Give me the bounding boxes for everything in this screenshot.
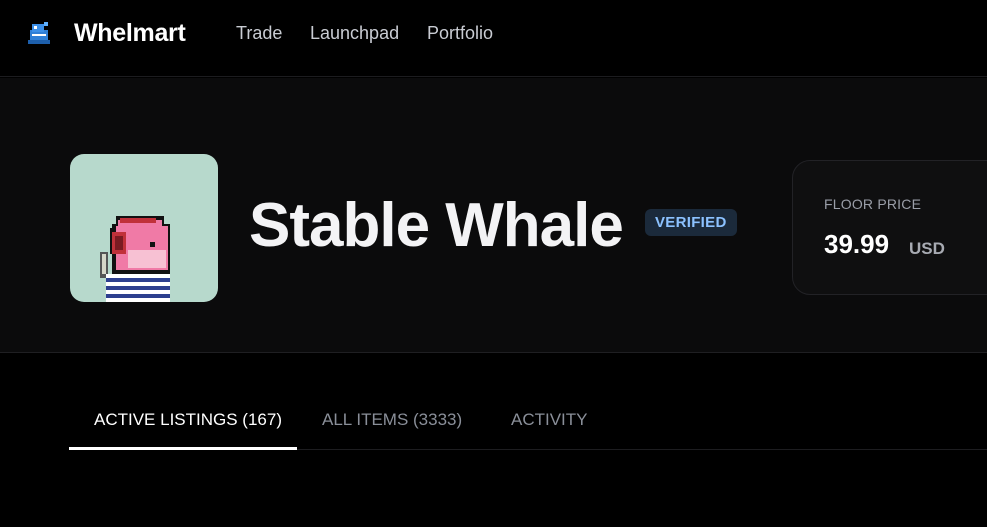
pixel-whale-image bbox=[100, 216, 170, 302]
active-tab-indicator bbox=[69, 447, 297, 450]
floor-price-card: FLOOR PRICE 39.99 USD bbox=[792, 160, 987, 295]
floor-price-unit: USD bbox=[909, 239, 945, 258]
floor-price-value: 39.99 bbox=[824, 229, 890, 259]
whale-logo-icon[interactable] bbox=[24, 18, 54, 48]
nav-link-trade[interactable]: Trade bbox=[236, 23, 282, 44]
floor-price-label: FLOOR PRICE bbox=[824, 196, 922, 212]
collection-title: Stable Whale bbox=[249, 191, 624, 260]
verified-badge: VERIFIED bbox=[645, 209, 737, 236]
nav-link-launchpad[interactable]: Launchpad bbox=[310, 23, 399, 44]
collection-header: Stable Whale VERIFIED FLOOR PRICE 39.99 … bbox=[0, 78, 987, 353]
tab-activity[interactable]: ACTIVITY bbox=[511, 410, 588, 430]
collection-avatar bbox=[70, 154, 218, 302]
brand-name[interactable]: Whelmart bbox=[74, 19, 186, 48]
top-nav: Whelmart Trade Launchpad Portfolio bbox=[0, 0, 987, 77]
tab-active-listings[interactable]: ACTIVE LISTINGS (167) bbox=[94, 410, 282, 430]
collection-tabs: ACTIVE LISTINGS (167) ALL ITEMS (3333) A… bbox=[0, 354, 987, 527]
tab-all-items[interactable]: ALL ITEMS (3333) bbox=[322, 410, 462, 430]
nav-link-portfolio[interactable]: Portfolio bbox=[427, 23, 493, 44]
